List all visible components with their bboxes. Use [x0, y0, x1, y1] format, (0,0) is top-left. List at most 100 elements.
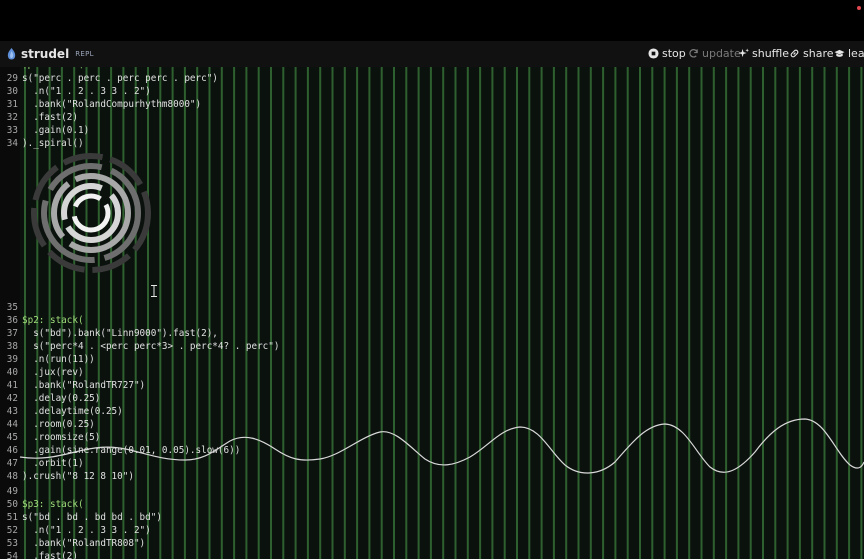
code-text[interactable]: .n("1 . 2 . 3 3 . 2"): [22, 85, 151, 98]
code-text[interactable]: .gain(0.1): [22, 124, 89, 137]
app-sub: REPL: [75, 50, 94, 58]
line-number: 53: [6, 538, 18, 549]
shuffle-label: shuffle: [752, 47, 790, 60]
line-number: 52: [6, 525, 18, 536]
learn-button[interactable]: learn: [834, 47, 864, 60]
code-text[interactable]: .roomsize(5): [22, 431, 100, 444]
pianoroll-stripe: [626, 67, 629, 559]
code-text[interactable]: .orbit(1): [22, 457, 83, 470]
pianoroll-stripe: [380, 67, 383, 559]
line-number: 51: [6, 512, 18, 523]
stop-circle-icon: [648, 48, 659, 59]
pianoroll-stripe: [602, 67, 605, 559]
repl-header: strudel REPL stop update shuffle share l…: [0, 41, 864, 67]
code-text[interactable]: $p3: stack(: [22, 498, 84, 511]
pianoroll-stripe: [233, 67, 236, 559]
update-button[interactable]: update: [688, 47, 741, 60]
pianoroll-stripe: [503, 67, 506, 559]
line-number: 39: [6, 354, 18, 365]
pianoroll-stripe: [860, 67, 863, 559]
code-text[interactable]: .n("1 . 2 . 3 3 . 2"): [22, 524, 151, 537]
pianoroll-stripe: [134, 67, 137, 559]
app-name: strudel: [21, 47, 70, 61]
code-text[interactable]: .delay(0.25): [22, 392, 100, 405]
code-text[interactable]: .bank("RolandCompurhythm8000"): [22, 98, 201, 111]
pianoroll-stripe: [405, 67, 408, 559]
code-text[interactable]: ).crush("8 12 8 10"): [22, 470, 134, 483]
code-text[interactable]: s("perc*4 . <perc perc*3> . perc*4? . pe…: [22, 340, 279, 353]
pianoroll-stripe: [159, 67, 162, 559]
pianoroll-stripe: [356, 67, 359, 559]
code-text[interactable]: .fast(2): [22, 550, 78, 559]
pianoroll-stripe: [97, 67, 100, 559]
learn-label: learn: [848, 47, 864, 60]
code-text[interactable]: .gain(sine.range(0.01, 0.05).slow(6)): [22, 444, 240, 457]
pianoroll-stripe: [639, 67, 641, 559]
pianoroll-stripe: [737, 67, 740, 559]
link-icon: [790, 49, 799, 58]
line-number: 43: [6, 406, 18, 417]
pianoroll-stripe: [306, 67, 309, 559]
code-text[interactable]: .jux(rev): [22, 366, 83, 379]
pianoroll-stripes: [24, 67, 863, 559]
line-number: 37: [6, 328, 18, 339]
title-area: [0, 0, 864, 41]
code-text[interactable]: .bank("RolandTR727"): [22, 379, 145, 392]
pianoroll-stripe: [331, 67, 334, 559]
code-text[interactable]: $p2: stack(: [22, 314, 84, 327]
line-number: 47: [6, 458, 18, 469]
pianoroll-stripe: [786, 67, 789, 559]
code-text[interactable]: .room(0.25): [22, 418, 95, 431]
code-text[interactable]: s("bd").bank("Linn9000").fast(2),: [22, 327, 218, 340]
pianoroll-stripe: [848, 67, 851, 559]
pianoroll-stripe: [208, 67, 211, 559]
pianoroll-stripe: [294, 67, 297, 559]
pianoroll-stripe: [811, 67, 814, 559]
pianoroll-stripe: [442, 67, 445, 559]
pianoroll-stripe: [552, 67, 555, 559]
window-menu-dot[interactable]: [857, 6, 861, 10]
line-number: 30: [6, 86, 18, 97]
pianoroll-stripe: [110, 67, 113, 559]
pianoroll-stripe: [429, 67, 432, 559]
pianoroll-stripe: [835, 67, 838, 559]
share-label: share: [803, 47, 834, 60]
line-number: 29: [6, 73, 18, 84]
pianoroll-stripe: [565, 67, 568, 559]
pianoroll-stripe: [688, 67, 691, 559]
pianoroll-stripe: [220, 67, 223, 559]
pianoroll-stripe: [393, 67, 395, 559]
pianoroll-stripe: [700, 67, 703, 559]
pianoroll-stripe: [491, 67, 494, 559]
pianoroll-stripe: [749, 67, 752, 559]
pianoroll-stripe: [540, 67, 543, 559]
code-text[interactable]: $p1: stack(: [22, 67, 84, 71]
pianoroll-stripe: [282, 67, 285, 559]
line-number: 35: [6, 302, 18, 313]
pianoroll-stripe: [798, 67, 801, 559]
line-number: 33: [6, 125, 18, 136]
code-text[interactable]: )._spiral(): [22, 137, 84, 150]
line-number: 38: [6, 341, 18, 352]
shuffle-button[interactable]: shuffle: [738, 47, 789, 60]
line-number: 48: [6, 471, 18, 482]
code-text[interactable]: s("perc . perc . perc perc . perc"): [22, 72, 218, 85]
pianoroll-stripe: [85, 67, 88, 559]
code-editor[interactable]: 28 $p1: stack(29 s("perc . perc . perc per…: [0, 67, 864, 559]
code-text[interactable]: .n(run(11)): [22, 353, 95, 366]
code-text[interactable]: .delaytime(0.25): [22, 405, 123, 418]
line-number: 40: [6, 367, 18, 378]
code-text[interactable]: .bank("RolandTR808"): [22, 537, 145, 550]
code-text[interactable]: s("bd . bd . bd bd . bd"): [22, 511, 162, 524]
pianoroll-stripe: [183, 67, 186, 559]
pianoroll-stripe: [466, 67, 469, 559]
text-cursor-icon: [151, 285, 157, 297]
pianoroll-stripe: [774, 67, 777, 559]
stop-button[interactable]: stop: [648, 47, 686, 60]
pianoroll-stripe: [122, 67, 125, 559]
pianoroll-stripe: [589, 67, 592, 559]
pianoroll-stripe: [663, 67, 666, 559]
code-text[interactable]: .fast(2): [22, 111, 78, 124]
pianoroll-stripe: [651, 67, 654, 559]
share-button[interactable]: share: [789, 47, 834, 60]
